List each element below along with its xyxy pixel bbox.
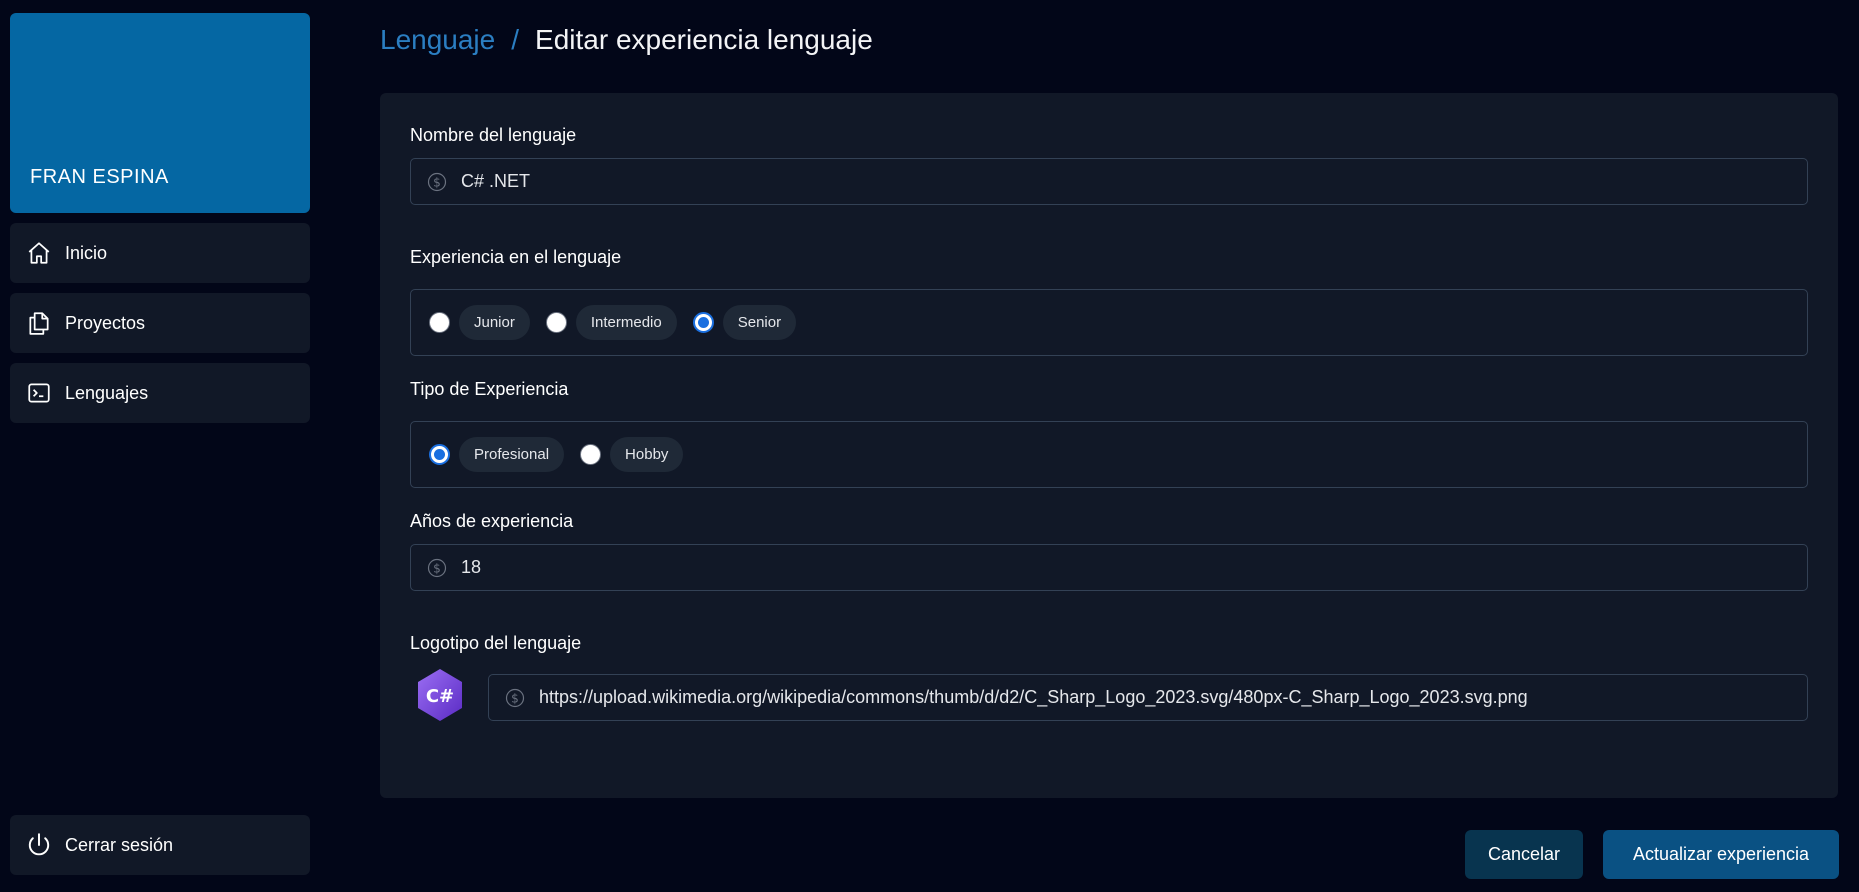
breadcrumb-separator: / <box>511 24 520 55</box>
years-input[interactable] <box>461 557 1772 578</box>
name-input[interactable] <box>461 171 1772 192</box>
page-title: Editar experiencia lenguaje <box>535 24 873 55</box>
name-label: Nombre del lenguaje <box>410 125 577 145</box>
logout-label: Cerrar sesión <box>65 834 174 855</box>
sidebar-item-label: Inicio <box>65 242 108 263</box>
dollar-icon: $ <box>427 172 447 192</box>
radio-label[interactable]: Hobby <box>610 437 684 472</box>
svg-text:$: $ <box>511 691 519 705</box>
dollar-icon: $ <box>505 688 525 708</box>
radio-button-selected[interactable] <box>692 312 714 333</box>
radio-senior[interactable]: Senior <box>692 305 797 340</box>
logout-button[interactable]: Cerrar sesión <box>10 815 310 875</box>
breadcrumb-parent-link[interactable]: Lenguaje <box>380 24 495 56</box>
name-field[interactable]: $ <box>410 158 1808 205</box>
years-field[interactable]: $ <box>410 544 1808 591</box>
logo-label: Logotipo del lenguaje <box>410 633 582 653</box>
radio-button[interactable] <box>429 312 450 333</box>
radio-profesional[interactable]: Profesional <box>429 437 565 472</box>
experience-radio-group: Junior Intermedio Senior <box>410 289 1808 356</box>
sidebar-item-inicio[interactable]: Inicio <box>10 223 310 283</box>
update-experience-button[interactable]: Actualizar experiencia <box>1603 830 1839 879</box>
radio-label[interactable]: Senior <box>722 305 797 340</box>
radio-junior[interactable]: Junior <box>429 305 530 340</box>
sidebar-item-lenguajes[interactable]: Lenguajes <box>10 363 310 423</box>
csharp-logo-icon: C# <box>412 667 468 723</box>
logo-url-input[interactable] <box>539 687 1776 708</box>
power-icon <box>26 832 52 858</box>
documents-icon <box>26 310 52 336</box>
radio-label[interactable]: Profesional <box>459 437 565 472</box>
radio-hobby[interactable]: Hobby <box>580 437 684 472</box>
radio-label[interactable]: Intermedio <box>575 305 677 340</box>
sidebar-item-label: Proyectos <box>65 312 146 333</box>
cancel-button[interactable]: Cancelar <box>1465 830 1583 879</box>
terminal-icon <box>26 380 52 406</box>
svg-text:$: $ <box>433 175 441 189</box>
experience-label: Experiencia en el lenguaje <box>410 247 622 267</box>
type-label: Tipo de Experiencia <box>410 379 569 399</box>
svg-text:$: $ <box>433 561 441 575</box>
sidebar-item-label: Lenguajes <box>65 382 149 403</box>
years-label: Años de experiencia <box>410 511 574 531</box>
home-icon <box>26 240 52 266</box>
sidebar-item-proyectos[interactable]: Proyectos <box>10 293 310 353</box>
radio-button[interactable] <box>580 444 602 465</box>
type-radio-group: Profesional Hobby <box>410 421 1808 488</box>
radio-button[interactable] <box>545 312 567 333</box>
logo-url-field[interactable]: $ <box>488 674 1808 721</box>
sidebar: FRAN ESPINA Inicio Proyectos Lenguajes C… <box>10 13 310 883</box>
dollar-icon: $ <box>427 558 447 578</box>
logo-badge-text: C# <box>426 686 454 707</box>
radio-label[interactable]: Junior <box>459 305 530 340</box>
breadcrumb: Lenguaje / Editar experiencia lenguaje <box>380 24 873 56</box>
edit-form: Nombre del lenguaje $ Experiencia en el … <box>380 93 1838 798</box>
profile-name: FRAN ESPINA <box>30 166 169 188</box>
profile-card: FRAN ESPINA <box>10 13 310 213</box>
radio-intermedio[interactable]: Intermedio <box>545 305 677 340</box>
radio-button-selected[interactable] <box>429 444 450 465</box>
